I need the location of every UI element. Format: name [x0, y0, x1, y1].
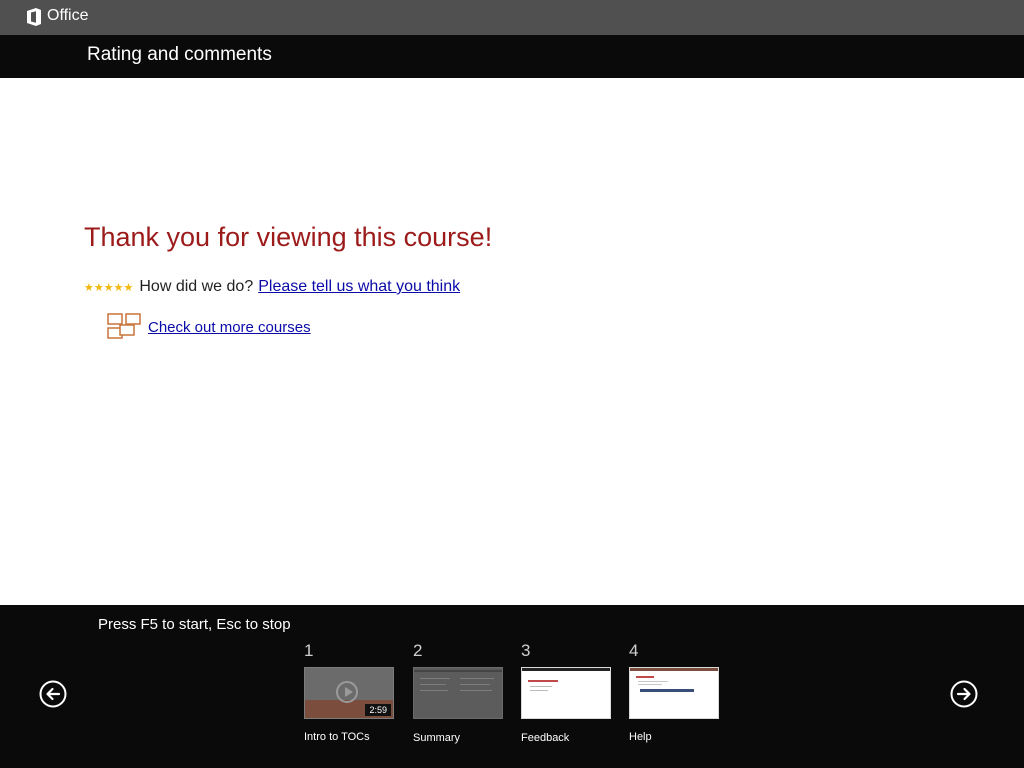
- office-brand-text: Office: [47, 7, 89, 24]
- thank-you-heading: Thank you for viewing this course!: [84, 222, 493, 252]
- star-icon: ★: [103, 280, 114, 294]
- thumbnail-line: [530, 690, 548, 691]
- thumbnail-line: [420, 678, 450, 679]
- office-logo-icon: [27, 8, 41, 26]
- rating-prompt: How did we do?: [139, 278, 254, 295]
- slide-label: Help: [629, 731, 652, 743]
- thumbnail-line: [414, 670, 502, 672]
- slide-item-1[interactable]: 1 2:59 Intro to TOCs: [304, 641, 396, 743]
- slide-label: Intro to TOCs: [304, 731, 370, 743]
- thumbnail-line: [638, 681, 668, 682]
- rating-stars: ★ ★ ★ ★ ★: [84, 282, 133, 293]
- slide-item-4[interactable]: 4 Help: [629, 641, 721, 743]
- thumbnail-heading: [636, 676, 654, 678]
- slide-thumbnail[interactable]: [521, 667, 611, 719]
- more-courses-row: Check out more courses: [106, 311, 311, 343]
- office-bar: Office: [0, 0, 1024, 35]
- thumbnail-line: [460, 678, 494, 679]
- star-icon: ★: [93, 280, 104, 294]
- page-title: Rating and comments: [87, 44, 272, 65]
- thumbnail-line: [460, 684, 490, 685]
- star-icon: ★: [113, 280, 124, 294]
- courses-icon: [107, 313, 141, 339]
- thumbnail-topline: [522, 668, 610, 671]
- arrow-right-circle-icon[interactable]: [950, 680, 978, 708]
- title-bar: Rating and comments: [0, 35, 1024, 78]
- star-icon: ★: [84, 280, 94, 294]
- slide-label: Summary: [413, 732, 461, 744]
- playback-hint: Press F5 to start, Esc to stop: [98, 616, 291, 633]
- thumbnail-line: [530, 686, 552, 687]
- thumbnail-line: [638, 684, 662, 685]
- slide-thumbnail[interactable]: [629, 667, 719, 719]
- feedback-link[interactable]: Please tell us what you think: [258, 278, 460, 296]
- star-icon: ★: [123, 280, 134, 294]
- rating-row: ★ ★ ★ ★ ★ How did we do? Please tell us …: [84, 276, 460, 298]
- slide-label: Feedback: [521, 732, 570, 744]
- slide-thumbnail[interactable]: 2:59: [304, 667, 394, 719]
- thumbnail-line: [420, 684, 446, 685]
- thumbnail-topline: [630, 668, 718, 671]
- slide-number: 2: [413, 641, 423, 660]
- slide-item-3[interactable]: 3 Feedback: [521, 641, 613, 744]
- slide-number: 1: [304, 641, 314, 660]
- more-courses-link[interactable]: Check out more courses: [148, 319, 311, 336]
- video-duration: 2:59: [365, 704, 391, 716]
- arrow-left-circle-icon[interactable]: [39, 680, 67, 708]
- thumbnail-line: [460, 690, 492, 691]
- thumbnail-bar: [640, 689, 694, 692]
- thumbnail-line: [420, 690, 448, 691]
- slide-item-2[interactable]: 2 Summary: [413, 641, 505, 744]
- slide-number: 4: [629, 641, 639, 660]
- play-icon: [336, 681, 358, 703]
- bottom-nav: Press F5 to start, Esc to stop 1 2:59 In…: [0, 605, 1024, 768]
- slide-thumbnail[interactable]: [413, 667, 503, 719]
- slide-number: 3: [521, 641, 531, 660]
- thumbnail-heading: [528, 680, 558, 682]
